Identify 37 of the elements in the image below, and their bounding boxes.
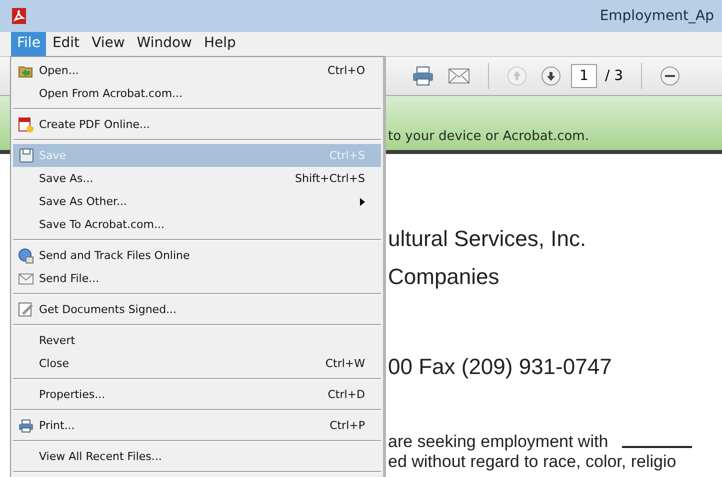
menu-option[interactable]: Save As Other... (13, 190, 381, 213)
document-heading: 00 Fax (209) 931-0747 (388, 354, 612, 380)
menu-option[interactable]: Send File... (13, 267, 381, 290)
menu-item[interactable]: Help (198, 32, 242, 56)
menu-option[interactable]: Create PDF Online... (13, 113, 381, 136)
banner-text: to your device or Acrobat.com. (388, 129, 589, 144)
print-icon[interactable] (412, 66, 434, 86)
menu-item[interactable]: Edit (46, 32, 86, 56)
menu-option[interactable]: Save As... Shift+Ctrl+S (13, 167, 381, 190)
menu-option[interactable]: Print... Ctrl+P (13, 414, 381, 437)
menu-option[interactable]: Get Documents Signed... (13, 298, 381, 321)
pdf-document-icon (18, 116, 34, 132)
printer-icon (18, 418, 34, 432)
envelope-icon[interactable] (448, 68, 470, 84)
signature-icon (18, 302, 34, 317)
menu-item[interactable]: Window (130, 32, 198, 56)
menu-option[interactable]: Open From Acrobat.com... (13, 82, 381, 105)
menu-option[interactable]: Properties... Ctrl+D (13, 383, 381, 406)
menu-option[interactable]: Revert (13, 329, 381, 352)
document-heading: ultural Services, Inc. (388, 226, 586, 252)
menu-item[interactable]: View (86, 32, 131, 56)
folder-icon (18, 64, 34, 78)
zoom-out-icon[interactable] (660, 66, 680, 86)
page-number-field[interactable]: 1 (571, 64, 597, 88)
app-logo-icon (12, 8, 26, 24)
menu-option[interactable]: Send and Track Files Online (13, 244, 381, 267)
page-count: / 3 (605, 68, 624, 84)
window-title: Employment_Ap (600, 8, 714, 24)
menu-option[interactable]: Save To Acrobat.com... (13, 213, 381, 236)
menu-option[interactable]: Close Ctrl+W (13, 352, 381, 375)
envelope-icon (18, 272, 34, 284)
menu-option[interactable]: View All Recent Files... (13, 445, 381, 468)
menu-option[interactable]: Open... Ctrl+O (13, 59, 381, 82)
globe-icon (18, 248, 34, 264)
document-text: ed without regard to race, color, religio (388, 452, 676, 472)
document-heading: Companies (388, 264, 500, 290)
document-text: are seeking employment with (388, 432, 608, 452)
